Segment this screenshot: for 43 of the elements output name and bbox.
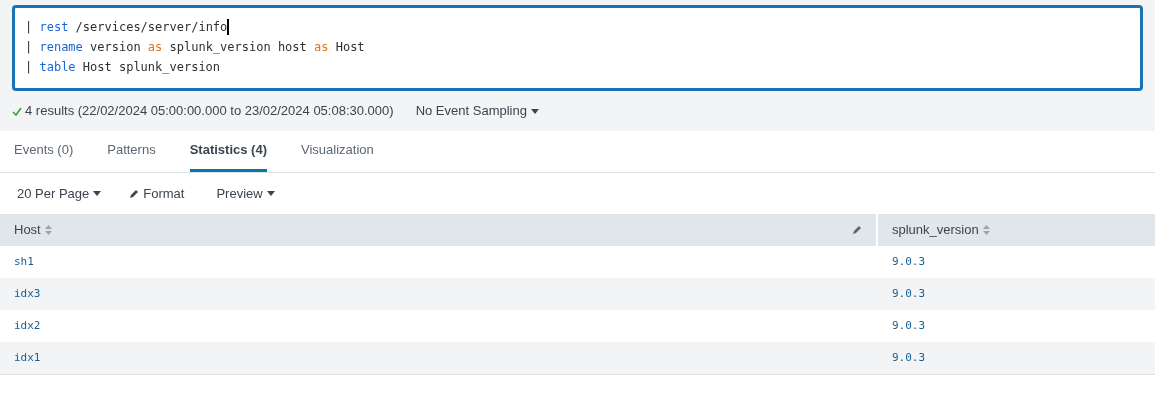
caret-icon	[266, 191, 275, 196]
results-tab[interactable]: Visualization	[301, 131, 374, 172]
query-token: /services/server/info	[74, 19, 228, 36]
column-header[interactable]: splunk_version	[878, 214, 1155, 246]
format-button[interactable]: Format	[129, 183, 185, 204]
query-token: |	[25, 59, 34, 76]
text-cursor	[227, 19, 230, 35]
table-cell-text: idx1	[13, 349, 42, 366]
query-token: table	[39, 59, 76, 76]
results-tab[interactable]: Patterns	[107, 131, 156, 172]
column-label: splunk_version	[892, 221, 979, 240]
table-cell-text: 9.0.3	[891, 349, 927, 366]
table-cell-text: idx3	[13, 285, 42, 302]
query-token: as	[147, 39, 163, 56]
query-token: rename	[39, 39, 83, 56]
event-sampling-dropdown[interactable]: No Event Sampling	[415, 101, 539, 121]
sort-icon[interactable]	[44, 225, 52, 235]
table-cell-text: 9.0.3	[891, 253, 927, 270]
results-summary: 4 results (22/02/2024 05:00:00.000 to 23/02/2024 05:08:30.000)	[25, 102, 394, 121]
query-token: |	[25, 19, 34, 36]
table-cell-text: 9.0.3	[891, 285, 927, 302]
table-cell-text: 9.0.3	[891, 317, 927, 334]
caret-icon	[530, 108, 539, 114]
query-token: Host splunk_version	[81, 59, 221, 76]
results-tab[interactable]: Events (0)	[14, 131, 74, 172]
search-query-editor[interactable]: | rest /services/server/info | rename version as splunk_version host as Host | table Host splunk_version	[12, 5, 1143, 91]
table-cell-text: idx2	[13, 317, 42, 334]
query-token: Host	[334, 39, 365, 56]
preview-dropdown[interactable]: Preview	[216, 183, 275, 204]
query-token: splunk_version host	[168, 39, 308, 56]
query-token: rest	[39, 19, 69, 36]
per-page-dropdown[interactable]: 20 Per Page	[17, 183, 102, 204]
query-token: as	[314, 39, 329, 56]
query-token: version	[89, 39, 142, 56]
checkmark-icon	[12, 106, 22, 116]
caret-icon	[93, 191, 102, 196]
results-tab[interactable]: Statistics (4)	[189, 131, 267, 172]
pencil-icon	[129, 188, 140, 199]
column-label: Host	[14, 221, 41, 240]
sort-icon[interactable]	[982, 225, 990, 235]
pencil-icon[interactable]	[852, 225, 862, 235]
table-cell-text: sh1	[13, 253, 35, 270]
query-token: |	[25, 39, 34, 56]
